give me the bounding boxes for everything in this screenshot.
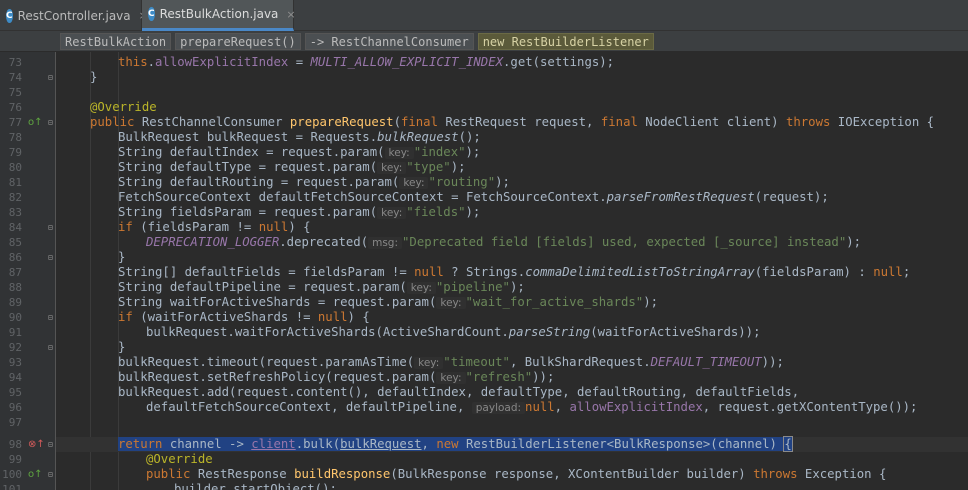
line-number: 76 xyxy=(8,101,22,114)
param-hint: key: xyxy=(377,207,407,219)
fold-marker-icon[interactable]: ⊟ xyxy=(48,467,56,482)
line-number: 78 xyxy=(8,131,22,144)
line-number: 73 xyxy=(8,56,22,69)
line-number: 90 xyxy=(8,311,22,324)
code-line-96: defaultFetchSourceContext, defaultPipeli… xyxy=(146,400,918,414)
code-line-82: FetchSourceContext defaultFetchSourceCon… xyxy=(118,190,829,204)
line-number: 86 xyxy=(8,251,22,264)
code-line-94: bulkRequest.setRefreshPolicy(request.par… xyxy=(118,370,555,384)
param-hint: key: xyxy=(384,147,414,159)
line-number: 98 xyxy=(8,438,22,451)
line-number: 83 xyxy=(8,206,22,219)
close-icon[interactable]: × xyxy=(286,8,295,21)
code-line-99: @Override xyxy=(146,452,213,466)
param-hint: key: xyxy=(436,372,466,384)
param-hint: key: xyxy=(436,297,466,309)
line-number: 79 xyxy=(8,146,22,159)
code-line-76: @Override xyxy=(90,100,157,114)
fold-marker-icon[interactable]: ⊟ xyxy=(48,437,56,452)
code-line-92: } xyxy=(118,340,126,354)
breadcrumb-anonymous-class[interactable]: new RestBuilderListener xyxy=(477,32,654,50)
editor-tab-bar: C RestController.java × C RestBulkAction… xyxy=(0,0,968,31)
fold-marker-icon[interactable]: ⊟ xyxy=(48,70,56,85)
editor-gutter: 73 74 75 76 77 78 79 80 81 82 83 84 85 8… xyxy=(0,52,56,490)
fold-marker-icon[interactable]: ⊟ xyxy=(48,310,56,325)
code-line-89: String waitForActiveShards = request.par… xyxy=(118,295,659,309)
line-number: 85 xyxy=(8,236,22,249)
code-line-86: } xyxy=(118,250,126,264)
code-line-77: public RestChannelConsumer prepareReques… xyxy=(90,115,935,129)
code-line-95: bulkRequest.add(request.content(), defau… xyxy=(118,385,800,399)
param-hint: key: xyxy=(406,282,436,294)
code-line-80: String defaultType = request.param(key: "… xyxy=(118,160,466,174)
line-number: 77 xyxy=(8,116,22,129)
code-line-91: bulkRequest.waitForActiveShards(ActiveSh… xyxy=(146,325,761,339)
tab-rest-controller[interactable]: C RestController.java × xyxy=(0,0,148,31)
code-line-98: return channel -> client.bulk(bulkReques… xyxy=(56,436,968,452)
param-hint: msg: xyxy=(368,237,403,249)
param-hint: key: xyxy=(399,177,429,189)
param-hint: payload: xyxy=(471,402,526,414)
tab-label: RestBulkAction.java xyxy=(159,7,279,21)
code-line-84: if (fieldsParam != null) { xyxy=(118,220,311,234)
line-number: 94 xyxy=(8,371,22,384)
breadcrumb-class[interactable]: RestBulkAction xyxy=(60,32,172,50)
fold-marker-icon[interactable]: ⊟ xyxy=(48,340,56,355)
line-number: 93 xyxy=(8,356,22,369)
code-line-73: this.allowExplicitIndex = MULTI_ALLOW_EX… xyxy=(118,55,615,69)
line-number: 89 xyxy=(8,296,22,309)
line-number: 75 xyxy=(8,86,22,99)
code-line-85: DEPRECATION_LOGGER.deprecated(msg: "Depre… xyxy=(146,235,862,249)
line-number: 74 xyxy=(8,71,22,84)
code-line-74: } xyxy=(90,70,98,84)
line-number: 91 xyxy=(8,326,22,339)
line-number: 99 xyxy=(8,453,22,466)
code-line-78: BulkRequest bulkRequest = Requests.bulkR… xyxy=(118,130,481,144)
fold-marker-icon[interactable]: ⊟ xyxy=(48,115,56,130)
tab-rest-bulk-action[interactable]: C RestBulkAction.java × xyxy=(142,0,296,31)
code-line-83: String fieldsParam = request.param(key: "… xyxy=(118,205,481,219)
java-class-icon: C xyxy=(148,7,155,21)
line-number: 95 xyxy=(8,386,22,399)
breadcrumb-method[interactable]: prepareRequest() xyxy=(175,32,301,50)
line-number: 92 xyxy=(8,341,22,354)
code-line-100: public RestResponse buildResponse(BulkRe… xyxy=(146,467,887,481)
line-number: 82 xyxy=(8,191,22,204)
java-class-icon: C xyxy=(6,8,13,23)
line-number: 96 xyxy=(8,401,22,414)
breadcrumb: RestBulkAction prepareRequest() -> RestC… xyxy=(0,31,968,52)
code-line-87: String[] defaultFields = fieldsParam != … xyxy=(118,265,911,279)
code-line-101: builder.startObject(); xyxy=(174,482,337,490)
code-line-79: String defaultIndex = request.param(key:… xyxy=(118,145,481,159)
line-number: 97 xyxy=(8,416,22,429)
fold-marker-icon[interactable]: ⊟ xyxy=(48,220,56,235)
selected-text: return channel -> client.bulk(bulkReques… xyxy=(118,436,793,452)
code-line-93: bulkRequest.timeout(request.paramAsTime(… xyxy=(118,355,784,369)
breakpoint-icon[interactable]: ⊗↑ xyxy=(28,437,45,452)
line-number: 100 xyxy=(2,468,22,481)
code-line-81: String defaultRouting = request.param(ke… xyxy=(118,175,510,189)
line-number: 84 xyxy=(8,221,22,234)
breadcrumb-lambda[interactable]: -> RestChannelConsumer xyxy=(304,32,474,50)
code-line-90: if (waitForActiveShards != null) { xyxy=(118,310,370,324)
fold-marker-icon[interactable]: ⊟ xyxy=(48,250,56,265)
tab-label: RestController.java xyxy=(17,8,131,23)
line-number: 81 xyxy=(8,176,22,189)
override-method-icon[interactable]: o↑ xyxy=(28,115,43,130)
line-number: 88 xyxy=(8,281,22,294)
code-editor[interactable]: this.allowExplicitIndex = MULTI_ALLOW_EX… xyxy=(56,52,968,490)
line-number: 80 xyxy=(8,161,22,174)
line-number: 87 xyxy=(8,266,22,279)
line-number: 101 xyxy=(2,483,22,490)
code-line-88: String defaultPipeline = request.param(k… xyxy=(118,280,525,294)
param-hint: key: xyxy=(414,357,444,369)
override-method-icon[interactable]: o↑ xyxy=(28,467,43,482)
param-hint: key: xyxy=(377,162,407,174)
